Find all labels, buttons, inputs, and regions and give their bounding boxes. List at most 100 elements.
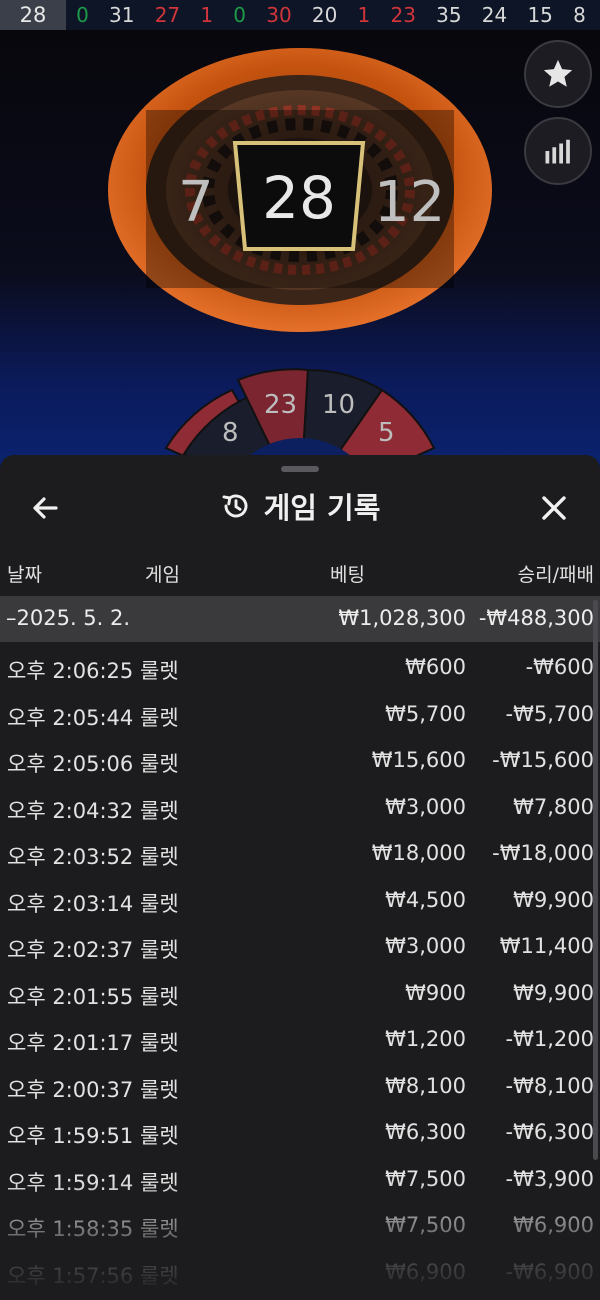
col-game: 게임: [145, 564, 180, 586]
roulette-video-area: 7 12 28 8 23 10 5: [0, 30, 600, 470]
row-bet: ₩5,700: [385, 701, 466, 726]
history-row[interactable]: 오후 2:03:52 룰렛 ₩18,000 -₩18,000: [0, 831, 600, 878]
drag-handle[interactable]: [281, 466, 319, 472]
row-result: -₩15,600: [492, 748, 594, 772]
row-result: -₩6,300: [505, 1120, 594, 1144]
left-neighbor-number: 7: [178, 170, 214, 235]
result-number: 24: [481, 3, 508, 27]
favorite-button[interactable]: [524, 40, 592, 108]
racetrack-number: 23: [264, 390, 298, 420]
date-group-row[interactable]: –2025. 5. 2. ₩1,028,300 -₩488,300: [0, 596, 600, 642]
row-game: 룰렛: [140, 705, 179, 730]
row-bet: ₩3,000: [385, 794, 466, 819]
history-row[interactable]: 오후 2:02:37 룰렛 ₩3,000 ₩11,400: [0, 924, 600, 971]
list-fade-overlay: [0, 1180, 600, 1300]
row-game: 룰렛: [140, 891, 179, 916]
row-game: 룰렛: [140, 938, 179, 962]
scrollbar[interactable]: [593, 600, 598, 1160]
row-time: 오후 2:01:17: [7, 1031, 134, 1055]
date-group-bet-total: ₩1,028,300: [338, 606, 466, 630]
row-bet: ₩4,500: [385, 887, 466, 912]
history-row[interactable]: 오후 2:06:25 룰렛 ₩600 -₩600: [0, 645, 600, 692]
result-number: 31: [109, 3, 135, 27]
row-game: 룰렛: [140, 845, 179, 869]
row-time: 오후 1:59:51: [7, 1124, 134, 1148]
row-time: 오후 2:03:14: [7, 891, 134, 916]
statistics-button[interactable]: [524, 117, 592, 185]
history-icon: [222, 494, 248, 518]
history-row[interactable]: 오후 2:01:55 룰렛 ₩900 ₩9,900: [0, 971, 600, 1018]
col-result: 승리/패배: [517, 564, 594, 586]
history-row[interactable]: 오후 1:59:51 룰렛 ₩6,300 -₩6,300: [0, 1110, 600, 1157]
result-number: 0: [233, 3, 247, 27]
row-result: ₩7,800: [513, 794, 594, 819]
row-result: -₩1,200: [505, 1027, 594, 1051]
panel-title: 게임 기록: [263, 491, 381, 525]
star-icon: [543, 59, 573, 87]
history-row[interactable]: 오후 2:03:14 룰렛 ₩4,500 ₩9,900: [0, 878, 600, 925]
row-time: 오후 2:01:55: [7, 984, 134, 1009]
row-game: 룰렛: [140, 1124, 179, 1148]
date-group-label: –2025. 5. 2.: [6, 606, 131, 630]
row-bet: ₩1,200: [385, 1027, 466, 1051]
row-time: 오후 2:02:37: [7, 938, 134, 962]
game-history-panel: 게임 기록 날짜 게임 베팅 승리/패배 –2025. 5. 2. ₩1,028…: [0, 455, 600, 1300]
row-result: -₩600: [525, 655, 594, 679]
col-date: 날짜: [7, 564, 42, 586]
current-result: 28: [0, 0, 66, 30]
result-number: 15: [527, 3, 553, 27]
row-result: ₩9,900: [513, 887, 594, 912]
row-bet: ₩18,000: [371, 841, 466, 865]
result-number: 1: [200, 3, 214, 27]
right-neighbor-number: 12: [374, 170, 446, 235]
row-bet: ₩900: [405, 980, 466, 1005]
bar-chart-icon: [545, 139, 570, 164]
racetrack-number: 10: [322, 390, 356, 420]
result-number: 27: [154, 3, 181, 27]
row-game: 룰렛: [140, 984, 179, 1009]
racetrack-number: 5: [378, 418, 395, 448]
col-bet: 베팅: [330, 564, 365, 586]
result-number: 1: [357, 3, 371, 27]
row-time: 오후 2:05:06: [7, 752, 134, 776]
history-row[interactable]: 오후 2:00:37 룰렛 ₩8,100 -₩8,100: [0, 1064, 600, 1111]
winning-number: 28: [262, 164, 336, 232]
result-number: 30: [266, 3, 292, 27]
row-time: 오후 2:00:37: [7, 1077, 134, 1102]
column-headers: 날짜 게임 베팅 승리/패배: [0, 560, 600, 596]
result-number: 20: [311, 3, 338, 27]
row-bet: ₩8,100: [385, 1073, 466, 1098]
recent-results-list: 0 31 27 1 0 30 20 1 23 35 24 15 8: [66, 3, 600, 27]
row-result: -₩18,000: [492, 841, 594, 865]
row-time: 오후 2:03:52: [7, 845, 134, 869]
result-number: 8: [573, 3, 586, 27]
history-row[interactable]: 오후 2:04:32 룰렛 ₩3,000 ₩7,800: [0, 785, 600, 832]
row-game: 룰렛: [140, 798, 179, 823]
row-game: 룰렛: [140, 1077, 179, 1102]
row-time: 오후 2:04:32: [7, 798, 134, 823]
row-result: ₩9,900: [513, 980, 594, 1005]
row-result: ₩11,400: [499, 934, 594, 958]
row-bet: ₩3,000: [385, 934, 466, 958]
row-bet: ₩6,300: [385, 1120, 466, 1144]
date-group-result-total: -₩488,300: [478, 606, 594, 630]
result-number: 35: [436, 3, 462, 27]
row-game: 룰렛: [140, 1031, 179, 1055]
panel-header: 게임 기록: [0, 485, 600, 527]
history-row[interactable]: 오후 2:01:17 룰렛 ₩1,200 -₩1,200: [0, 1017, 600, 1064]
close-icon[interactable]: [534, 488, 574, 528]
history-row[interactable]: 오후 2:05:06 룰렛 ₩15,600 -₩15,600: [0, 738, 600, 785]
row-game: 룰렛: [140, 659, 179, 683]
result-number: 23: [390, 3, 416, 27]
racetrack-number: 8: [222, 418, 239, 448]
history-row[interactable]: 오후 2:05:44 룰렛 ₩5,700 -₩5,700: [0, 692, 600, 739]
recent-results-strip: 28 0 31 27 1 0 30 20 1 23 35 24 15 8: [0, 0, 600, 30]
row-game: 룰렛: [140, 752, 179, 776]
row-result: -₩8,100: [505, 1073, 594, 1098]
row-bet: ₩15,600: [371, 748, 466, 772]
result-number: 0: [76, 3, 89, 27]
row-bet: ₩600: [405, 655, 466, 679]
row-time: 오후 2:05:44: [7, 705, 134, 730]
row-result: -₩5,700: [505, 701, 594, 726]
row-time: 오후 2:06:25: [7, 659, 134, 683]
